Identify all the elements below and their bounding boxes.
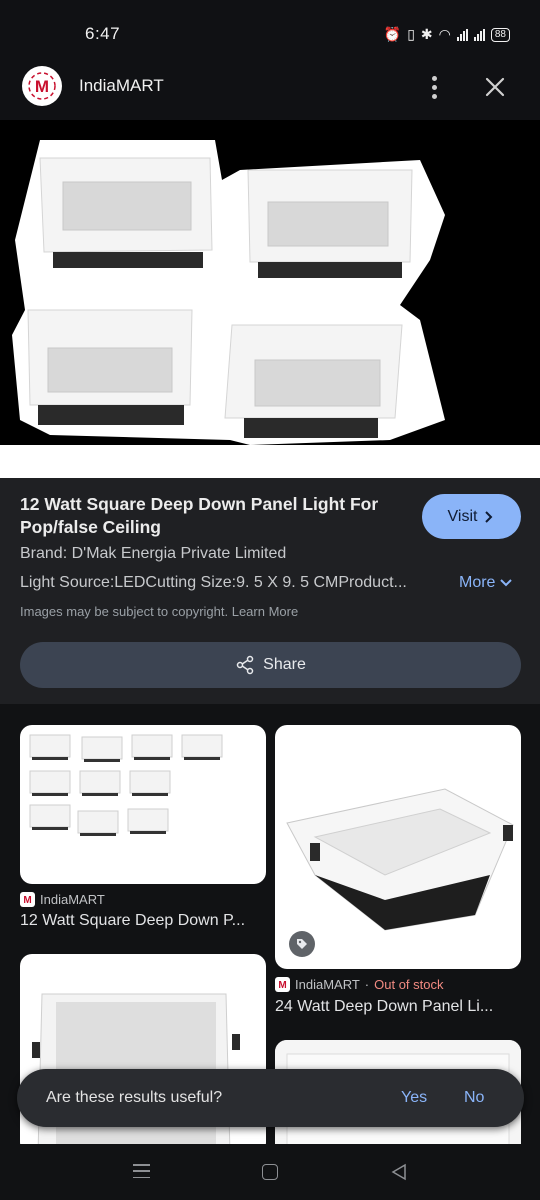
result-title-1[interactable]: 12 Watt Square Deep Down P... (20, 912, 266, 930)
result-source-separator: · (364, 977, 370, 992)
product-title: 12 Watt Square Deep Down Panel Light For… (20, 494, 379, 537)
share-button[interactable]: Share (20, 642, 521, 688)
status-icons: ⏰ ▯ ✱ ◠ 88 (384, 26, 510, 43)
feedback-yes-button[interactable]: Yes (401, 1089, 427, 1107)
product-details: 12 Watt Square Deep Down Panel Light For… (0, 478, 540, 704)
indiamart-logo-icon: M (22, 66, 62, 106)
share-icon (236, 655, 254, 675)
status-time: 6:47 (85, 24, 121, 43)
signal-2-icon (473, 28, 485, 41)
alarm-icon: ⏰ (383, 26, 402, 42)
panel-light-2 (247, 169, 413, 278)
feedback-question: Are these results useful? (46, 1089, 223, 1106)
svg-text:M: M (35, 77, 49, 96)
product-specs: Light Source:LEDCutting Size:9. 5 X 9. 5… (20, 574, 407, 591)
battery-icon: 88 (490, 27, 510, 42)
tag-icon (289, 931, 315, 957)
visit-label: Visit (447, 507, 478, 525)
result-source-name: IndiaMART (295, 977, 360, 992)
result-source-2: M IndiaMART · Out of stock (275, 977, 444, 992)
feedback-no-button[interactable]: No (464, 1089, 484, 1107)
bluetooth-icon: ✱ (420, 26, 433, 42)
result-source-name: IndiaMART (40, 892, 105, 907)
result-image-2[interactable] (275, 725, 521, 969)
status-bar: 6:47 ⏰ ▯ ✱ ◠ 88 (0, 0, 540, 60)
result-title-2[interactable]: 24 Watt Deep Down Panel Li... (275, 998, 521, 1016)
chevron-down-icon (500, 579, 513, 587)
vibrate-icon: ▯ (407, 26, 415, 42)
panel-light-3 (27, 309, 193, 425)
signal-icon (456, 28, 468, 41)
indiamart-favicon-icon: M (20, 892, 35, 907)
result-source-1: M IndiaMART (20, 892, 105, 907)
app-header: M IndiaMART (0, 60, 540, 120)
visit-button[interactable]: Visit (422, 494, 521, 539)
out-of-stock-badge: Out of stock (374, 977, 444, 992)
site-name: IndiaMART (79, 76, 164, 95)
chevron-right-icon (485, 510, 493, 523)
product-image[interactable] (0, 120, 540, 478)
panel-light-4 (224, 324, 403, 438)
navigation-bar (0, 1144, 540, 1200)
back-button[interactable] (390, 1163, 408, 1181)
close-button[interactable] (480, 72, 510, 102)
more-label: More (459, 574, 496, 591)
share-label: Share (263, 656, 306, 673)
svg-text:M: M (23, 895, 31, 905)
svg-text:M: M (278, 980, 286, 990)
more-button[interactable]: More (459, 574, 513, 592)
more-options-button[interactable] (420, 72, 448, 102)
indiamart-favicon-icon: M (275, 977, 290, 992)
home-button[interactable] (262, 1164, 278, 1180)
wifi-icon: ◠ (438, 26, 451, 42)
feedback-bar: Are these results useful? Yes No (17, 1069, 524, 1127)
recent-apps-button[interactable] (133, 1164, 150, 1178)
close-icon (485, 77, 505, 97)
result-image-1[interactable] (20, 725, 266, 884)
brand-line: Brand: D'Mak Energia Private Limited (20, 545, 287, 562)
copyright-notice[interactable]: Images may be subject to copyright. Lear… (20, 604, 298, 619)
